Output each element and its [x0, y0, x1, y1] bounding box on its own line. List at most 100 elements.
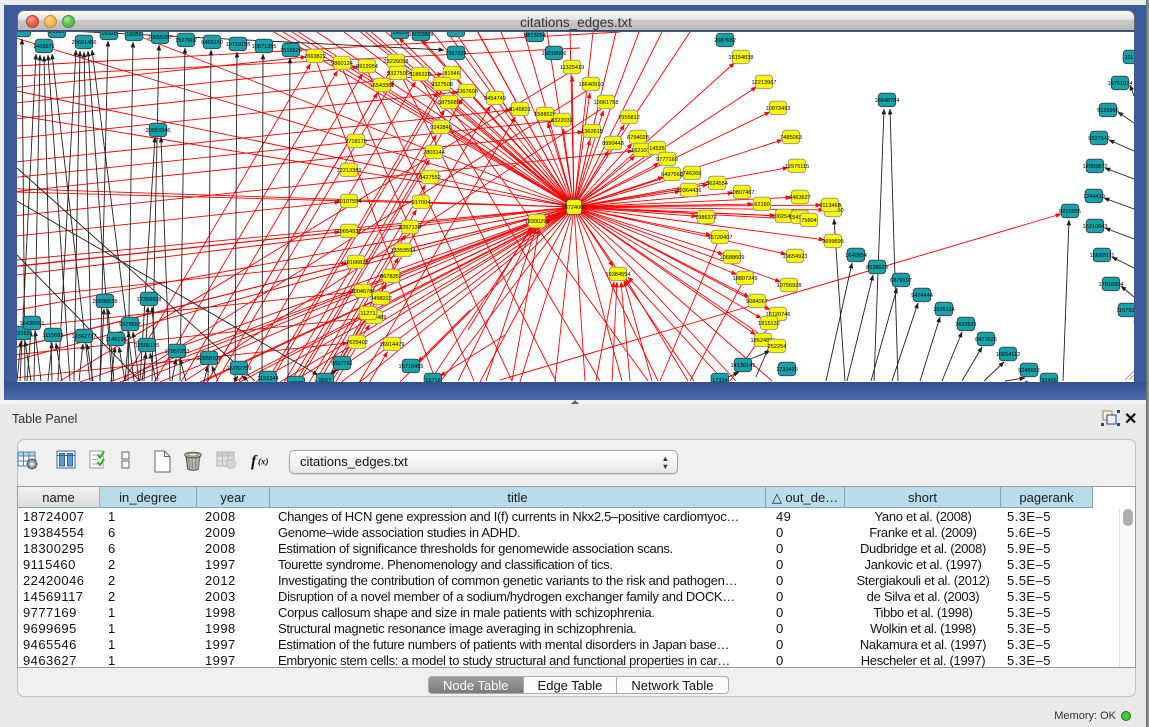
- svg-text:1362615: 1362615: [581, 129, 603, 135]
- svg-text:1733426: 1733426: [776, 367, 798, 373]
- svg-text:1405571: 1405571: [33, 44, 55, 50]
- svg-text:16543362: 16543362: [370, 83, 395, 89]
- svg-text:10958107: 10958107: [197, 356, 222, 362]
- svg-text:9327508: 9327508: [431, 82, 453, 88]
- svg-text:8186328: 8186328: [409, 72, 431, 78]
- svg-text:15720407: 15720407: [708, 235, 733, 241]
- svg-text:16055: 16055: [126, 32, 142, 38]
- svg-text:9327505: 9327505: [387, 71, 409, 77]
- svg-text:14136141: 14136141: [731, 363, 756, 369]
- svg-text:9084067: 9084067: [746, 299, 768, 305]
- svg-text:15692971: 15692971: [1090, 253, 1115, 259]
- svg-text:3498222: 3498222: [370, 296, 392, 302]
- svg-text:7663822: 7663822: [304, 54, 326, 60]
- svg-text:6466160: 6466160: [201, 40, 223, 46]
- svg-text:9113468: 9113468: [819, 203, 840, 209]
- svg-text:7515526: 7515526: [280, 48, 302, 54]
- svg-text:9463627: 9463627: [789, 195, 811, 201]
- svg-text:19384554: 19384554: [606, 272, 631, 278]
- svg-text:10719155: 10719155: [226, 42, 251, 48]
- svg-text:1815132: 1815132: [758, 321, 780, 327]
- svg-text:7357224: 7357224: [445, 51, 467, 57]
- svg-text:8427552: 8427552: [419, 175, 441, 181]
- svg-text:8990448: 8990448: [602, 141, 624, 147]
- svg-text:9245652: 9245652: [1018, 368, 1040, 374]
- svg-text:12923: 12923: [288, 381, 304, 382]
- svg-text:18300295: 18300295: [525, 219, 550, 225]
- svg-text:2803144: 2803144: [423, 150, 445, 156]
- svg-text:11325419: 11325419: [560, 65, 584, 71]
- svg-text:19166825: 19166825: [344, 260, 369, 266]
- svg-text:7955812: 7955812: [618, 115, 640, 121]
- svg-text:23226058: 23226058: [384, 59, 409, 65]
- svg-text:10655287: 10655287: [148, 35, 173, 41]
- svg-text:8813054: 8813054: [524, 33, 546, 39]
- svg-text:7485063: 7485063: [780, 135, 802, 141]
- svg-text:10654112: 10654112: [996, 352, 1020, 358]
- svg-text:6497568: 6497568: [661, 172, 683, 178]
- svg-text:17957253: 17957253: [165, 349, 190, 355]
- svg-text:10961758: 10961758: [594, 100, 619, 106]
- svg-text:1145194: 1145194: [105, 337, 126, 343]
- svg-text:8322037: 8322037: [551, 118, 573, 124]
- svg-text:16648784: 16648784: [875, 98, 900, 104]
- svg-text:13353594: 13353594: [391, 248, 416, 254]
- svg-text:17016504: 17016504: [1099, 282, 1124, 288]
- svg-text:9699695: 9699695: [822, 239, 844, 245]
- svg-text:7632621: 7632621: [955, 322, 977, 328]
- svg-text:8267130: 8267130: [399, 225, 421, 231]
- svg-text:9474444: 9474444: [911, 293, 933, 299]
- svg-text:6794028: 6794028: [627, 135, 649, 141]
- svg-text:19654932: 19654932: [337, 229, 362, 235]
- svg-text:1192344: 1192344: [257, 376, 278, 382]
- svg-text:1167533: 1167533: [1116, 308, 1134, 314]
- svg-text:9777169: 9777169: [656, 157, 678, 163]
- svg-text:39159: 39159: [17, 331, 30, 337]
- svg-text:16033809: 16033809: [409, 32, 434, 38]
- svg-text:1115682: 1115682: [43, 333, 64, 339]
- svg-text:16033: 16033: [392, 32, 408, 36]
- svg-text:2367608: 2367608: [456, 89, 478, 95]
- svg-text:18807249: 18807249: [733, 276, 758, 282]
- svg-text:10973493: 10973493: [766, 106, 791, 112]
- svg-text:12975115: 12975115: [785, 164, 809, 170]
- svg-text:81546: 81546: [444, 71, 460, 77]
- svg-text:18724007: 18724007: [562, 205, 587, 211]
- svg-text:2718170: 2718170: [345, 139, 367, 145]
- svg-text:2087682: 2087682: [714, 38, 736, 44]
- svg-text:10688609: 10688609: [720, 255, 745, 261]
- svg-text:2935114: 2935114: [933, 307, 954, 313]
- svg-text:9860124: 9860124: [331, 61, 353, 67]
- svg-text:20691406: 20691406: [72, 40, 97, 46]
- svg-text:16782759: 16782759: [227, 366, 252, 372]
- svg-text:20053346: 20053346: [146, 128, 171, 134]
- svg-text:12213389: 12213389: [337, 168, 362, 174]
- svg-text:8938923: 8938923: [866, 265, 888, 271]
- svg-text:12093872: 12093872: [1083, 164, 1108, 170]
- svg-text:16435: 16435: [17, 32, 30, 34]
- svg-text:8215955: 8215955: [1059, 209, 1081, 215]
- svg-text:17334: 17334: [712, 378, 728, 382]
- svg-text:10807467: 10807467: [730, 190, 755, 196]
- svg-text:16914479: 16914479: [380, 342, 405, 348]
- svg-text:15716485: 15716485: [399, 364, 424, 370]
- svg-text:19218506: 19218506: [542, 51, 567, 57]
- svg-text:7986372: 7986372: [695, 215, 717, 221]
- svg-text:92456: 92456: [1041, 378, 1057, 382]
- svg-text:6879197: 6879197: [890, 278, 912, 284]
- svg-text:15716: 15716: [425, 378, 441, 382]
- svg-text:252254: 252254: [768, 344, 787, 350]
- svg-text:16154838: 16154838: [729, 55, 754, 61]
- svg-text:8454749: 8454749: [484, 96, 506, 102]
- svg-text:9975887: 9975887: [119, 322, 141, 328]
- svg-text:1527602: 1527602: [175, 38, 197, 44]
- svg-text:8471626: 8471626: [975, 337, 997, 343]
- svg-text:10107554: 10107554: [337, 199, 362, 205]
- svg-text:9129966: 9129966: [1097, 108, 1119, 114]
- svg-text:15751074: 15751074: [1108, 81, 1133, 87]
- svg-text:3624554: 3624554: [706, 181, 728, 187]
- svg-text:10756928: 10756928: [777, 283, 802, 289]
- svg-text:7625402: 7625402: [346, 340, 368, 346]
- svg-text:8678352: 8678352: [380, 274, 402, 280]
- svg-text:20875: 20875: [448, 32, 464, 34]
